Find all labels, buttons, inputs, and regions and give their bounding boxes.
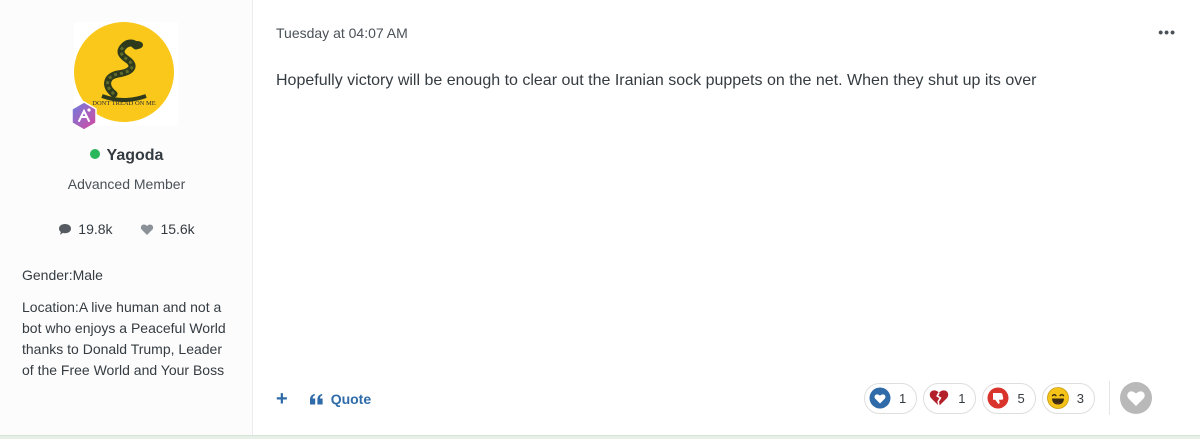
reactions-divider (1108, 381, 1110, 415)
author-name[interactable]: Yagoda (107, 147, 164, 164)
reputation-count: 15.6k (160, 221, 195, 237)
laughing-face-icon (1046, 387, 1069, 409)
post-body: Hopefully victory will be enough to clea… (276, 72, 1037, 89)
broken-heart-icon (930, 390, 949, 407)
reactions-bar: 1 1 5 3 (864, 381, 1152, 415)
reaction-thumbs-down[interactable]: 5 (982, 382, 1036, 414)
quote-label: Quote (330, 391, 372, 407)
svg-text:DONT TREAD ON ME: DONT TREAD ON ME (92, 100, 156, 107)
quote-icon (309, 393, 323, 404)
author-stats: 19.8k 15.6k (0, 221, 253, 239)
forum-post: DONT TREAD ON ME Yagoda Advanced Member (0, 0, 1200, 436)
add-reaction-button[interactable] (1119, 382, 1152, 414)
reaction-count: 1 (899, 390, 907, 406)
thumbs-down-icon (987, 387, 1009, 409)
comment-icon (59, 223, 72, 235)
reaction-like[interactable]: 1 (864, 382, 918, 414)
reaction-count: 3 (1076, 390, 1084, 406)
reputation-stat: 15.6k (140, 221, 195, 237)
heart-icon (141, 224, 154, 235)
post-actions: + Quote (276, 388, 371, 410)
reaction-laugh[interactable]: 3 (1041, 382, 1095, 414)
post-count-stat: 19.8k (58, 221, 113, 237)
reaction-broken-heart[interactable]: 1 (923, 382, 977, 414)
reaction-count: 5 (1017, 390, 1025, 406)
online-status-icon (89, 149, 100, 159)
multiquote-add-button[interactable]: + (276, 389, 288, 409)
post-options-menu[interactable]: ••• (1158, 24, 1176, 40)
author-name-row: Yagoda (0, 147, 253, 165)
like-heart-icon (869, 387, 891, 409)
reaction-heart-icon (1127, 391, 1145, 406)
author-field-location: Location:A live human and not a bot who … (22, 299, 226, 378)
post-content: Tuesday at 04:07 AM ••• Hopefully victor… (254, 0, 1200, 436)
quote-button[interactable]: Quote (309, 391, 372, 407)
author-panel: DONT TREAD ON ME Yagoda Advanced Member (0, 0, 253, 436)
author-field-gender: Gender:Male (22, 267, 103, 283)
reaction-count: 1 (958, 390, 966, 406)
next-post-edge (0, 435, 1200, 439)
author-title: Advanced Member (67, 176, 186, 192)
rank-badge-icon (68, 100, 100, 132)
post-count: 19.8k (78, 221, 113, 237)
post-date[interactable]: Tuesday at 04:07 AM (276, 25, 408, 41)
